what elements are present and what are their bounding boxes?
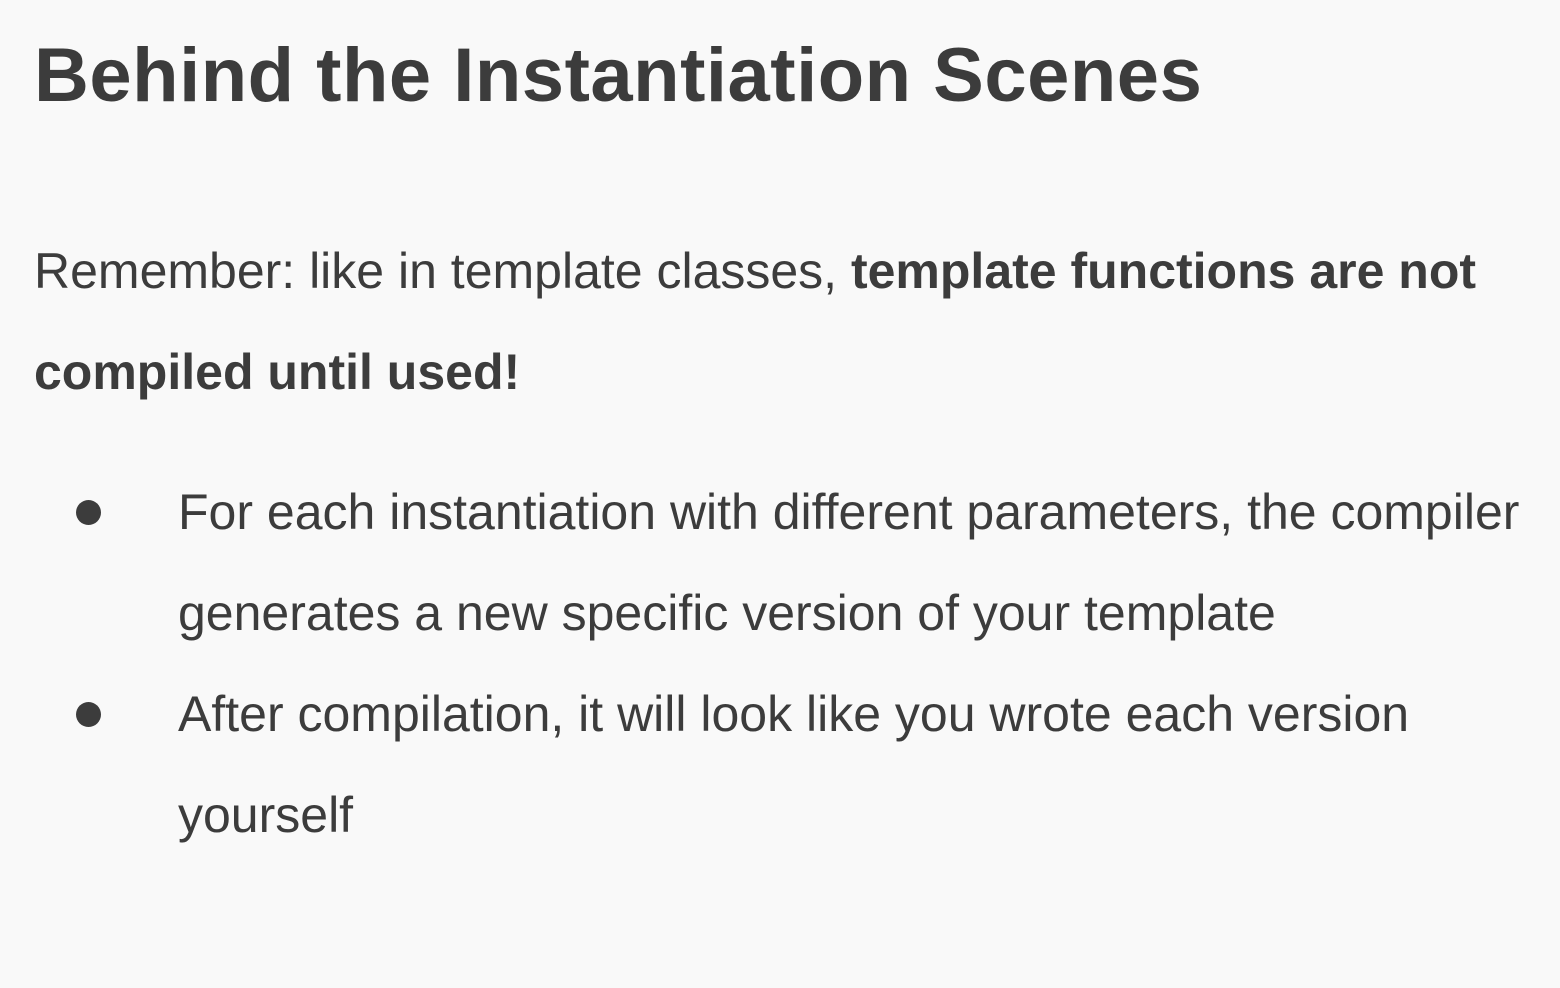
bullet-text: For each instantiation with different pa… bbox=[178, 484, 1520, 641]
slide: Behind the Instantiation Scenes Remember… bbox=[34, 0, 1544, 988]
intro-paragraph: Remember: like in template classes, temp… bbox=[34, 221, 1534, 423]
bullet-icon bbox=[76, 702, 101, 727]
list-item: For each instantiation with different pa… bbox=[34, 462, 1544, 664]
bullet-list: For each instantiation with different pa… bbox=[34, 462, 1544, 866]
list-item: After compilation, it will look like you… bbox=[34, 664, 1544, 866]
slide-title: Behind the Instantiation Scenes bbox=[34, 33, 1203, 118]
bullet-text: After compilation, it will look like you… bbox=[178, 686, 1410, 843]
bullet-icon bbox=[76, 500, 101, 525]
intro-plain-text: Remember: like in template classes, bbox=[34, 243, 851, 299]
